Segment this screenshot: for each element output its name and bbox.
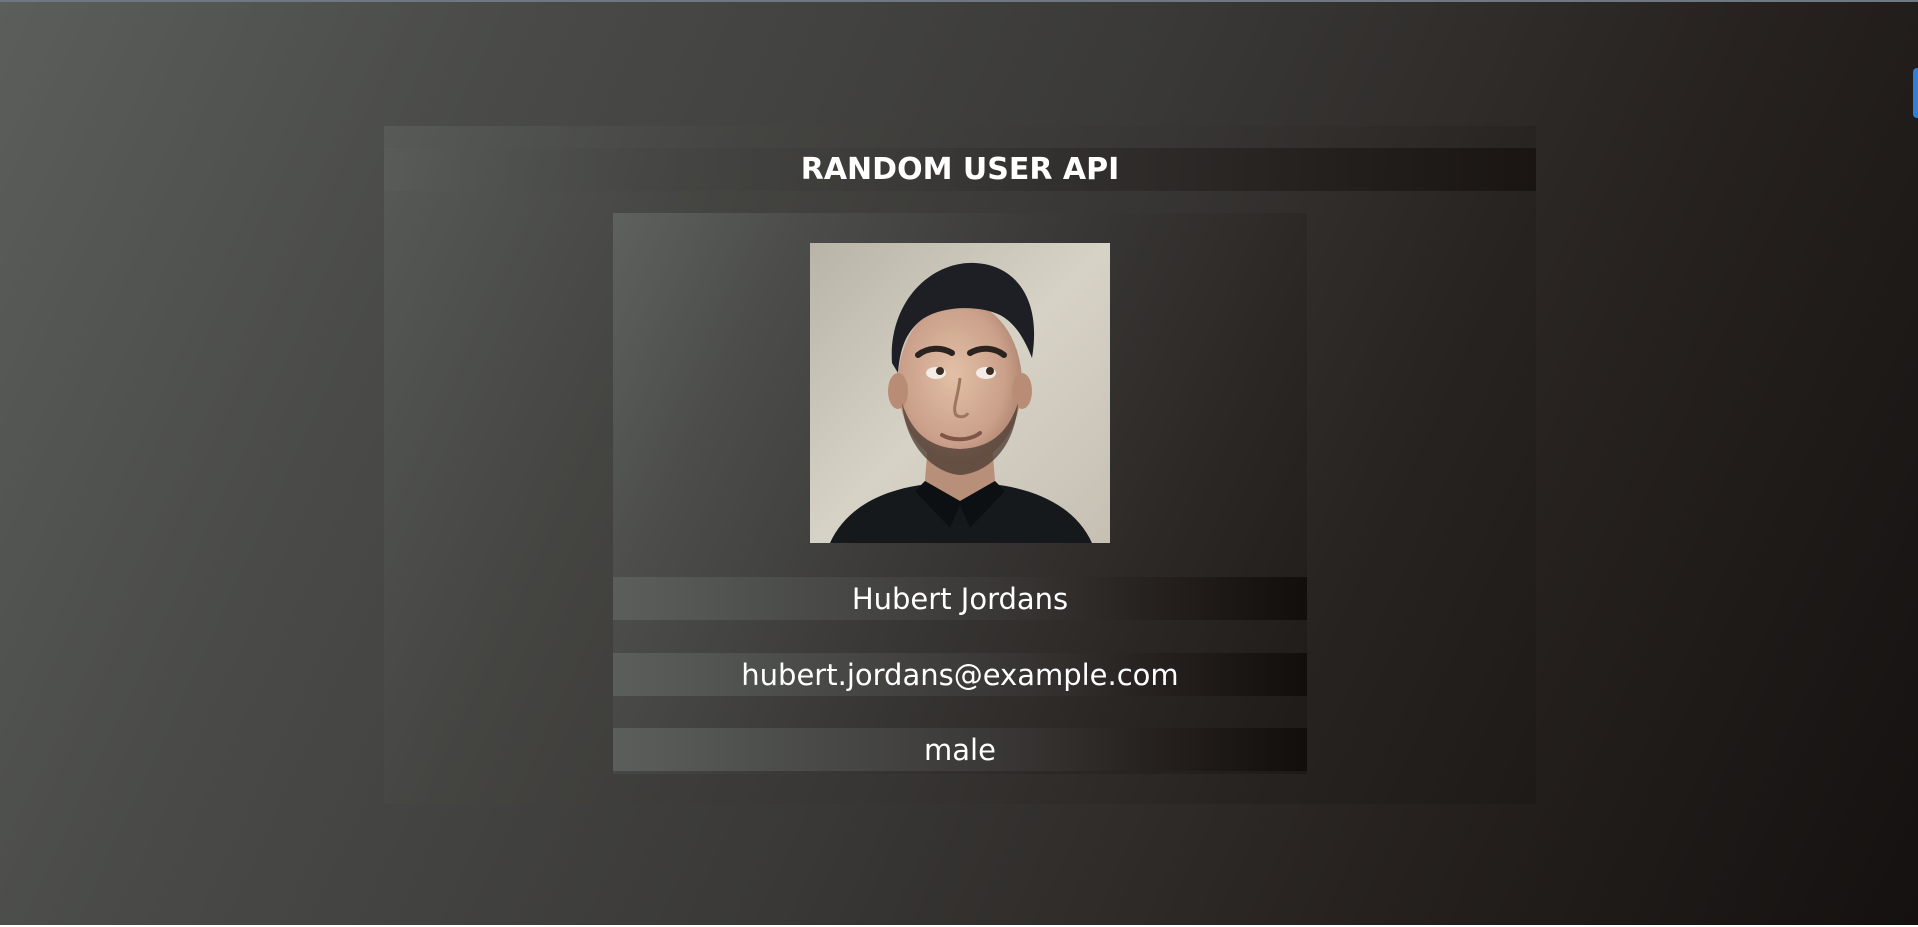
user-profile-card: Hubert Jordans hubert.jordans@example.co…: [613, 213, 1307, 774]
user-email: hubert.jordans@example.com: [741, 657, 1179, 692]
user-card-container: RANDOM USER API Hubert Jordans hubert.jo…: [384, 126, 1536, 804]
user-photo-icon: [810, 243, 1110, 543]
edge-tab[interactable]: [1913, 68, 1918, 118]
user-gender: male: [924, 732, 996, 767]
page-title: RANDOM USER API: [800, 152, 1120, 187]
title-bar: RANDOM USER API: [384, 148, 1536, 191]
user-email-bar: hubert.jordans@example.com: [613, 653, 1307, 696]
page-background: RANDOM USER API Hubert Jordans hubert.jo…: [0, 0, 1918, 925]
user-gender-bar: male: [613, 728, 1307, 771]
user-avatar: [810, 243, 1110, 543]
user-name-bar: Hubert Jordans: [613, 577, 1307, 620]
user-name: Hubert Jordans: [851, 581, 1069, 616]
